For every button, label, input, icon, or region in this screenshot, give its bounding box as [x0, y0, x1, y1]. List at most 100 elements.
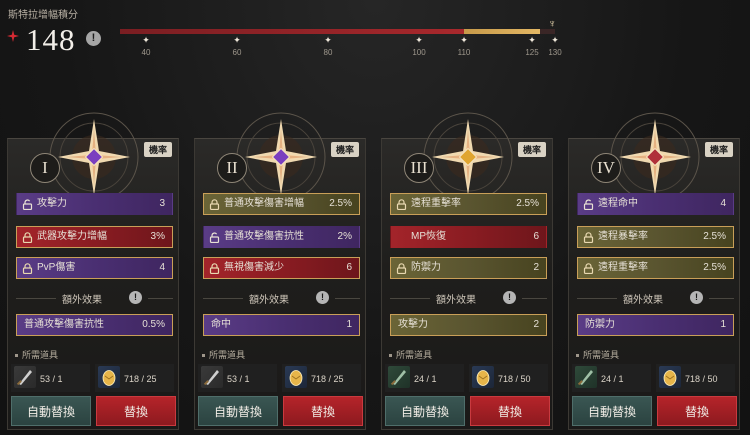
star-emblem-icon — [49, 112, 139, 202]
materials-title: 所需道具 — [576, 348, 619, 361]
stat-value: 2.5% — [703, 262, 726, 273]
milestone-label: 100 — [412, 48, 426, 57]
stat-row[interactable]: 普通攻擊傷害增幅 2.5% — [203, 193, 360, 215]
material-quantity: 24 / 1 — [601, 374, 624, 384]
milestone-tick: ✦ 100 — [404, 35, 434, 58]
info-icon[interactable]: ! — [503, 291, 516, 304]
stella-card: II 機率普通攻擊傷害增幅 2.5% 普通攻擊傷害抗性 2% 無視傷害減少 6 額外效果! 命中… — [194, 112, 366, 430]
stat-row[interactable]: 攻擊力 3 — [16, 193, 173, 215]
card-numeral: IV — [591, 153, 621, 183]
points-value: 148 — [26, 22, 76, 57]
stat-value: 3% — [150, 231, 165, 242]
auto-replace-button[interactable]: 自動替換 — [11, 396, 91, 426]
auto-replace-button[interactable]: 自動替換 — [198, 396, 278, 426]
star-emblem-icon — [236, 112, 326, 202]
auto-replace-button[interactable]: 自動替換 — [385, 396, 465, 426]
card-numeral: II — [217, 153, 247, 183]
red-star-icon — [7, 30, 19, 42]
card-numeral: I — [30, 153, 60, 183]
dagger-icon — [201, 366, 223, 388]
stat-row[interactable]: 普通攻擊傷害抗性 2% — [203, 226, 360, 248]
rate-button[interactable]: 機率 — [517, 142, 546, 157]
materials-title: 所需道具 — [15, 348, 58, 361]
stella-card: IV 機率 遠程命中 4 遠程暴擊率 2.5% 遠程重擊率 2.5% 額外效果! 防禦力 1 所需道具… — [568, 112, 740, 430]
stella-card: I 機率攻擊力 3 武器攻擊力增幅 3% PvP傷害 4 額外效果! 普通攻擊傷害抗性 0.5% 所… — [7, 112, 179, 430]
material-slot[interactable]: 718 / 50 — [656, 364, 735, 392]
material-slot[interactable]: 718 / 25 — [282, 364, 361, 392]
replace-button[interactable]: 替換 — [470, 396, 550, 426]
stat-value: 2.5% — [703, 231, 726, 242]
extra-effect-label: 額外效果 — [436, 295, 476, 306]
progress-track — [120, 29, 555, 34]
stat-row[interactable]: 無視傷害減少 6 — [203, 257, 360, 279]
auto-replace-button[interactable]: 自動替換 — [572, 396, 652, 426]
extra-effect-name: 命中 — [211, 319, 231, 330]
stat-row[interactable]: 防禦力 2 — [390, 257, 547, 279]
rate-button[interactable]: 機率 — [704, 142, 733, 157]
material-quantity: 718 / 25 — [311, 374, 344, 384]
material-slot[interactable]: 718 / 25 — [95, 364, 174, 392]
stat-value: 2.5% — [516, 198, 539, 209]
milestone-label: 80 — [323, 48, 333, 57]
stat-name: 遠程命中 — [598, 198, 638, 209]
stat-name: 無視傷害減少 — [224, 262, 284, 273]
replace-button[interactable]: 替換 — [283, 396, 363, 426]
rate-button[interactable]: 機率 — [143, 142, 172, 157]
stat-name: 武器攻擊力增幅 — [37, 231, 107, 242]
material-quantity: 53 / 1 — [227, 374, 250, 384]
points-title: 斯特拉增幅積分 — [8, 10, 78, 21]
extra-effect-row: 普通攻擊傷害抗性 0.5% — [16, 314, 173, 336]
stat-row[interactable]: 武器攻擊力增幅 3% — [16, 226, 173, 248]
materials-title: 所需道具 — [389, 348, 432, 361]
stat-value: 2 — [533, 262, 539, 273]
extra-effect-label: 額外效果 — [249, 295, 289, 306]
extra-effect-header: 額外效果! — [16, 291, 173, 306]
info-icon[interactable]: ! — [86, 31, 101, 46]
stat-row[interactable]: 遠程暴擊率 2.5% — [577, 226, 734, 248]
stat-name: 普通攻擊傷害抗性 — [224, 231, 304, 242]
golden-egg-icon — [285, 366, 307, 388]
stella-amplify-screen: 斯特拉增幅積分 148 ! ♆ ✦ 40 ✦ 60 ✦ 80 ✦ 100 ✦ 110 ✦ 125 ✦ 13… — [0, 0, 750, 435]
stat-row[interactable]: PvP傷害 4 — [16, 257, 173, 279]
material-quantity: 53 / 1 — [40, 374, 63, 384]
material-slot[interactable]: 24 / 1 — [385, 364, 464, 392]
progress-gold-segment — [464, 29, 540, 34]
milestone-star-icon: ✦ — [142, 35, 150, 45]
material-slot[interactable]: 718 / 50 — [469, 364, 548, 392]
stat-row[interactable]: 遠程重擊率 2.5% — [390, 193, 547, 215]
stat-row[interactable]: 遠程命中 4 — [577, 193, 734, 215]
info-icon[interactable]: ! — [316, 291, 329, 304]
milestone-star-icon: ✦ — [460, 35, 468, 45]
stat-value: 4 — [159, 262, 165, 273]
extra-effect-label: 額外效果 — [623, 295, 663, 306]
material-quantity: 718 / 50 — [685, 374, 718, 384]
extra-effect-name: 普通攻擊傷害抗性 — [24, 319, 104, 330]
replace-button[interactable]: 替換 — [657, 396, 737, 426]
milestone-star-icon: ✦ — [551, 35, 559, 45]
replace-button[interactable]: 替換 — [96, 396, 176, 426]
stat-row[interactable]: 遠程重擊率 2.5% — [577, 257, 734, 279]
info-icon[interactable]: ! — [129, 291, 142, 304]
material-slot[interactable]: 24 / 1 — [572, 364, 651, 392]
material-slot[interactable]: 53 / 1 — [11, 364, 90, 392]
info-icon[interactable]: ! — [690, 291, 703, 304]
stat-name: 遠程暴擊率 — [598, 231, 648, 242]
golden-egg-icon — [659, 366, 681, 388]
green-blade-icon — [575, 366, 597, 388]
milestone-label: 40 — [141, 48, 151, 57]
material-slot[interactable]: 53 / 1 — [198, 364, 277, 392]
stat-name: 防禦力 — [411, 262, 441, 273]
extra-effect-header: 額外效果! — [577, 291, 734, 306]
stat-value: 6 — [533, 231, 539, 242]
stat-row[interactable]: MP恢復 6 — [390, 226, 547, 248]
stat-value: 3 — [159, 198, 165, 209]
milestone-star-icon: ✦ — [415, 35, 423, 45]
rate-button[interactable]: 機率 — [330, 142, 359, 157]
extra-effect-name: 攻擊力 — [398, 319, 428, 330]
milestone-tick: ✦ 130 — [540, 35, 570, 58]
milestone-star-icon: ✦ — [233, 35, 241, 45]
material-quantity: 718 / 25 — [124, 374, 157, 384]
milestone-tick: ✦ 40 — [131, 35, 161, 58]
golden-egg-icon — [98, 366, 120, 388]
stat-value: 4 — [720, 198, 726, 209]
